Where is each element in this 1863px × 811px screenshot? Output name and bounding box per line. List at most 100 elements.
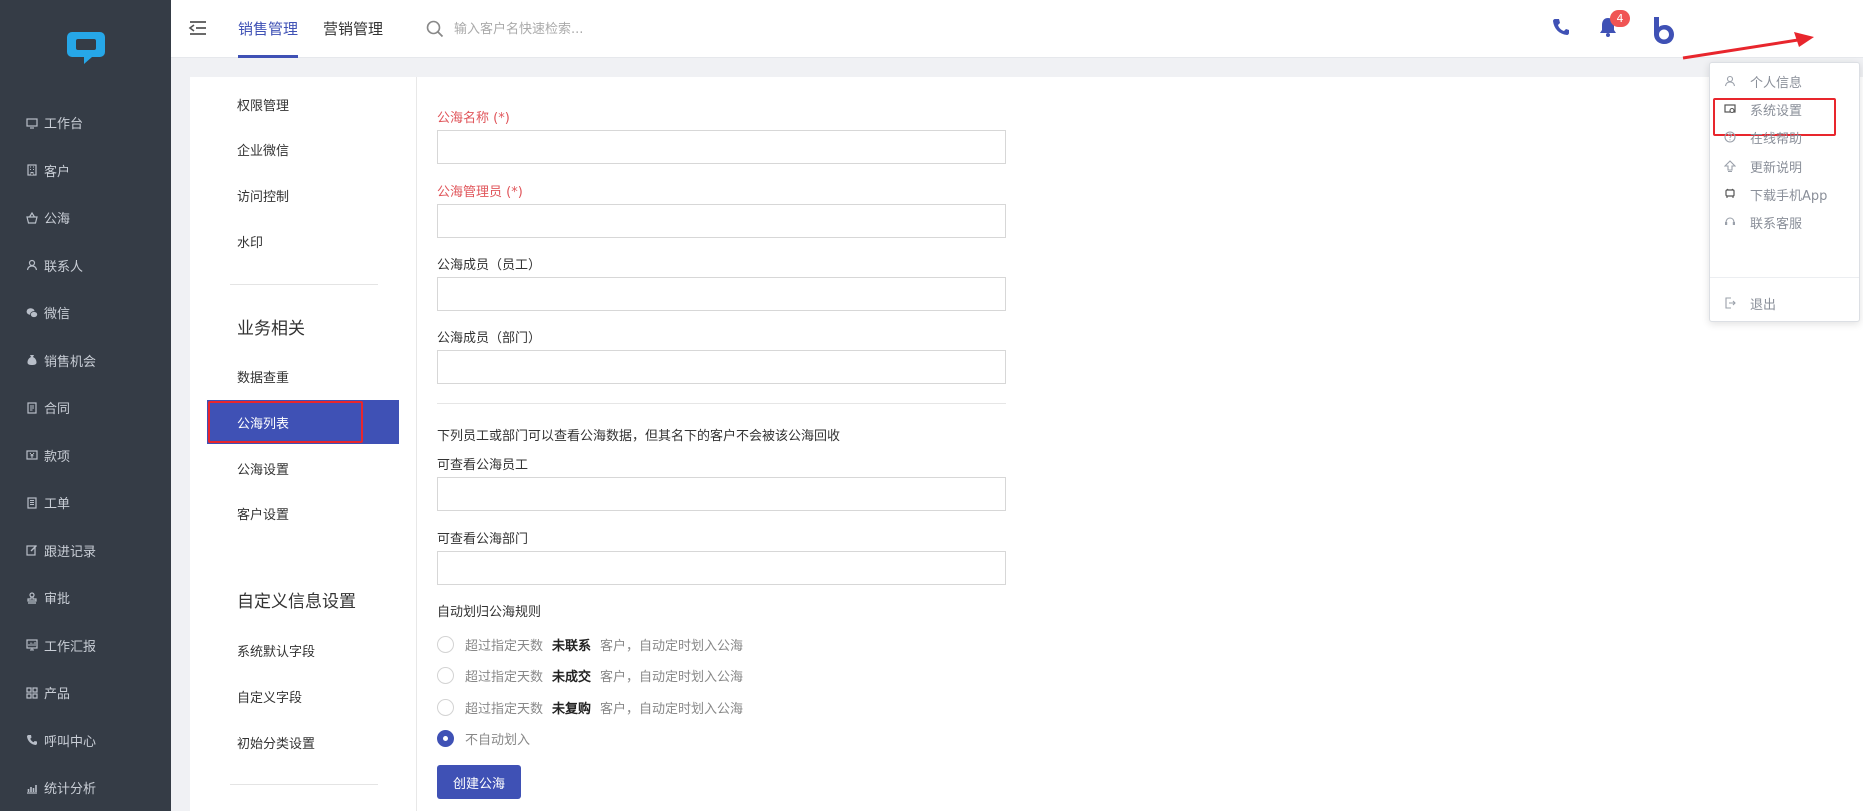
user-menu-item-label: 个人信息 xyxy=(1750,75,1803,91)
sidebar-item[interactable]: 工作汇报 xyxy=(0,622,171,670)
user-dropdown-menu: 个人信息系统设置在线帮助更新说明下载手机App 联系客服退出 xyxy=(1709,62,1860,322)
user-menu-item[interactable]: 更新说明 xyxy=(1710,152,1859,180)
subnav-item-default-fields[interactable]: 系统默认字段 xyxy=(237,641,315,660)
mobile-icon xyxy=(1724,188,1750,200)
payment-icon xyxy=(26,449,44,461)
create-pool-button[interactable]: 创建公海 xyxy=(437,765,521,799)
top-header: 销售管理 营销管理 4 xyxy=(171,0,1863,58)
logout-icon xyxy=(1724,297,1750,309)
sidebar-item-label: 呼叫中心 xyxy=(44,734,97,750)
create-pool-form: 公海名称 (*) 公海管理员 (*) 公海成员（员工） 公海成员（部门） 下列员… xyxy=(437,77,1237,811)
tab-sales-management[interactable]: 销售管理 xyxy=(238,0,299,58)
sidebar-item[interactable]: 客户 xyxy=(0,147,171,195)
view-dept-input[interactable] xyxy=(437,551,1006,585)
pool-name-input[interactable] xyxy=(437,130,1006,164)
phone-icon[interactable] xyxy=(1551,17,1571,37)
phone-icon xyxy=(26,734,44,746)
sidebar-item[interactable]: 产品 xyxy=(0,669,171,717)
radio-button[interactable] xyxy=(437,666,454,684)
radio-button[interactable] xyxy=(437,698,454,716)
form-divider xyxy=(437,403,1006,404)
sidebar-item-label: 销售机会 xyxy=(44,354,97,370)
pool-admin-label: 公海管理员 (*) xyxy=(437,185,523,200)
building-icon xyxy=(26,164,44,176)
rule-option-not-repurchased[interactable]: 超过指定天数 未复购 客户，自动定时划入公海 xyxy=(437,697,743,717)
monitor-icon xyxy=(26,117,44,129)
search-icon xyxy=(426,20,444,38)
subnav-item-access-control[interactable]: 访问控制 xyxy=(237,186,289,205)
user-menu-item-label: 更新说明 xyxy=(1750,160,1803,176)
help-icon xyxy=(1724,131,1750,143)
user-menu-item[interactable]: 联系客服 xyxy=(1710,208,1859,236)
subnav-item-watermark[interactable]: 水印 xyxy=(237,232,263,251)
sidebar-item-label: 工作台 xyxy=(44,117,84,133)
logout-menu-item[interactable]: 退出 xyxy=(1710,289,1859,317)
stamp-icon xyxy=(26,592,44,604)
subnav-divider-bottom xyxy=(230,784,378,785)
pool-name-label: 公海名称 (*) xyxy=(437,111,510,126)
user-menu-item[interactable]: 下载手机App xyxy=(1710,180,1859,208)
sidebar-item-label: 产品 xyxy=(44,687,71,703)
sidebar-item[interactable]: 工作台 xyxy=(0,99,171,147)
user-menu-item[interactable]: 在线帮助 xyxy=(1710,123,1859,151)
sidebar-item-label: 工单 xyxy=(44,497,71,513)
radio-button[interactable] xyxy=(437,635,454,653)
sidebar-item-label: 微信 xyxy=(44,307,71,323)
subnav-item-custom-fields[interactable]: 自定义字段 xyxy=(237,687,302,706)
settings-subnav: 权限管理 企业微信 访问控制 水印 业务相关 数据查重 公海列表 公海设置 客户… xyxy=(190,77,417,811)
user-menu-item-label: 在线帮助 xyxy=(1750,131,1803,147)
radio-button-checked[interactable] xyxy=(437,729,454,747)
settings-icon xyxy=(1724,103,1750,115)
person-icon xyxy=(1724,75,1750,87)
sidebar-item[interactable]: 呼叫中心 xyxy=(0,717,171,765)
user-menu-item[interactable]: 系统设置 xyxy=(1710,95,1859,123)
user-menu-item-label: 下载手机App xyxy=(1750,188,1828,204)
subnav-item-permissions[interactable]: 权限管理 xyxy=(237,95,289,114)
tab-marketing-management[interactable]: 营销管理 xyxy=(323,0,383,58)
view-staff-input[interactable] xyxy=(437,477,1006,511)
edit-icon xyxy=(26,544,44,556)
annotation-arrow xyxy=(1682,32,1814,60)
user-avatar-icon[interactable] xyxy=(1647,14,1679,46)
subnav-item-customer-settings[interactable]: 客户设置 xyxy=(237,504,289,523)
sidebar-item[interactable]: 审批 xyxy=(0,574,171,622)
sidebar-item-label: 客户 xyxy=(44,164,71,180)
pool-members-staff-input[interactable] xyxy=(437,277,1006,311)
headset-icon xyxy=(1724,216,1750,228)
app-logo-icon[interactable] xyxy=(66,30,106,66)
rule-option-no-auto-assign[interactable]: 不自动划入 xyxy=(437,728,530,748)
rule-option-not-closed[interactable]: 超过指定天数 未成交 客户，自动定时划入公海 xyxy=(437,665,743,685)
sidebar-item[interactable]: 联系人 xyxy=(0,242,171,290)
basket-icon xyxy=(26,211,44,224)
menu-toggle-icon[interactable] xyxy=(188,18,208,38)
customer-search-input[interactable] xyxy=(454,17,714,41)
pool-members-staff-label: 公海成员（员工） xyxy=(437,258,542,273)
view-permission-note: 下列员工或部门可以查看公海数据，但其名下的客户不会被该公海回收 xyxy=(437,429,841,444)
subnav-item-dedup[interactable]: 数据查重 xyxy=(237,367,289,386)
sidebar-item[interactable]: 统计分析 xyxy=(0,764,171,811)
user-menu-item[interactable]: 个人信息 xyxy=(1710,67,1859,95)
report-icon xyxy=(26,639,44,651)
subnav-item-enterprise-wechat[interactable]: 企业微信 xyxy=(237,140,289,159)
subnav-item-pool-settings[interactable]: 公海设置 xyxy=(237,459,289,478)
ticket-icon xyxy=(26,497,44,509)
auto-assign-rule-title: 自动划归公海规则 xyxy=(437,605,542,620)
sidebar-item[interactable]: 跟进记录 xyxy=(0,527,171,575)
rule-option-not-contacted[interactable]: 超过指定天数 未联系 客户，自动定时划入公海 xyxy=(437,634,743,654)
pool-members-dept-input[interactable] xyxy=(437,350,1006,384)
sidebar-item[interactable]: 公海 xyxy=(0,194,171,242)
sidebar-item[interactable]: 合同 xyxy=(0,384,171,432)
user-icon xyxy=(26,259,44,271)
sidebar-item[interactable]: 工单 xyxy=(0,479,171,527)
sidebar-item-label: 联系人 xyxy=(44,259,84,275)
view-staff-label: 可查看公海员工 xyxy=(437,458,529,473)
subnav-item-initial-categories[interactable]: 初始分类设置 xyxy=(237,733,315,752)
sidebar-item[interactable]: 微信 xyxy=(0,289,171,337)
sidebar-item-label: 款项 xyxy=(44,449,71,465)
pool-admin-input[interactable] xyxy=(437,204,1006,238)
sidebar-item-label: 工作汇报 xyxy=(44,639,97,655)
sidebar-item[interactable]: 款项 xyxy=(0,432,171,480)
money-bag-icon xyxy=(26,354,44,366)
sidebar-item-label: 审批 xyxy=(44,592,71,608)
sidebar-item[interactable]: 销售机会 xyxy=(0,337,171,385)
